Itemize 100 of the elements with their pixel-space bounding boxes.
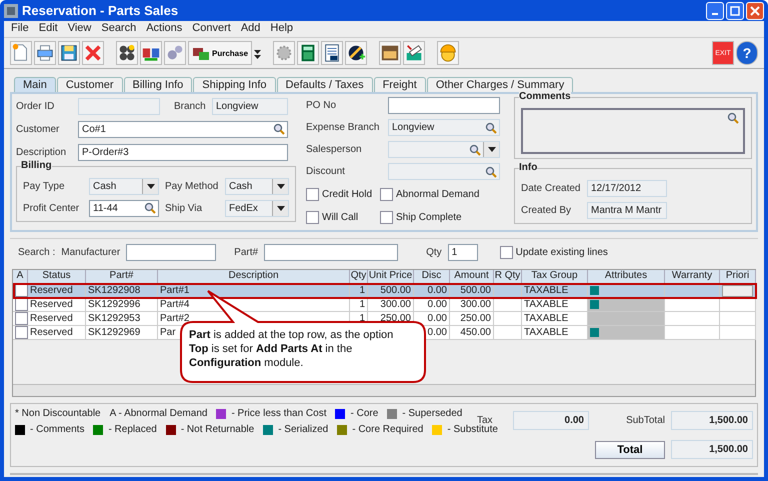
column-header[interactable]: Status [28, 270, 86, 284]
transfer-button[interactable] [140, 41, 162, 65]
table-cell: SK1292969 [86, 326, 158, 340]
table-cell: TAXABLE [522, 326, 588, 340]
table-cell: TAXABLE [522, 312, 588, 326]
menu-item[interactable]: View [62, 21, 96, 37]
document-button[interactable] [10, 41, 32, 65]
tab[interactable]: Main [14, 77, 56, 92]
legend-note: A - Abnormal Demand [110, 408, 208, 419]
po-no-field[interactable] [388, 97, 500, 114]
legend-label: - Comments [30, 424, 84, 435]
column-header[interactable]: A [13, 270, 28, 284]
table-cell [720, 298, 756, 312]
printer-button[interactable] [34, 41, 56, 65]
expense-branch-field[interactable]: Longview [388, 119, 500, 136]
column-header[interactable]: Description [158, 270, 350, 284]
description-field[interactable]: P-Order#3 [78, 144, 288, 160]
menu-item[interactable]: Add [236, 21, 266, 37]
menu-item[interactable]: Help [265, 21, 298, 37]
column-header[interactable]: Part# [86, 270, 158, 284]
horizontal-scrollbar[interactable] [13, 384, 755, 396]
checkbox[interactable]: Abnormal Demand [380, 188, 480, 201]
minimize-button[interactable] [706, 2, 724, 20]
priority-field[interactable] [722, 284, 753, 296]
total-button[interactable]: Total [595, 440, 665, 458]
legend-label: - Price less than Cost [231, 408, 326, 419]
save-button[interactable] [58, 41, 80, 65]
order-id-field[interactable] [78, 98, 160, 114]
menu-item[interactable]: File [6, 21, 34, 37]
field-label: Expense Branch [306, 122, 380, 133]
checkbox[interactable]: Update existing lines [500, 246, 608, 258]
list-button[interactable] [321, 41, 344, 65]
column-header[interactable]: Attributes [588, 270, 665, 284]
table-cell: SK1292996 [86, 298, 158, 312]
spheres-icon [117, 43, 137, 63]
search-label: Search : [18, 246, 56, 258]
package-button[interactable] [379, 41, 402, 65]
box-check-button[interactable] [403, 41, 426, 65]
search-icon[interactable] [485, 122, 497, 134]
tab[interactable]: Billing Info [124, 77, 192, 92]
created-by-field[interactable]: Mantra M Mantr [587, 202, 667, 218]
tab[interactable]: Defaults / Taxes [276, 77, 373, 92]
qty-field[interactable]: 1 [448, 244, 478, 260]
menu-item[interactable]: Actions [141, 21, 188, 37]
tab[interactable]: Other Charges / Summary [426, 77, 574, 92]
branch-field[interactable]: Longview [212, 98, 288, 114]
legend-label: - Serialized [278, 424, 328, 435]
tab[interactable]: Customer [56, 77, 123, 92]
menu-item[interactable]: Edit [34, 21, 63, 37]
app-icon [4, 4, 18, 18]
table-cell: 0.00 [414, 298, 450, 312]
table-cell [665, 312, 720, 326]
legend-label: - Substitute [447, 424, 498, 435]
column-header[interactable]: Priori [720, 270, 756, 284]
search-icon[interactable] [485, 166, 497, 178]
group-title: Comments [519, 91, 571, 102]
purchase-button[interactable]: Purchase [188, 41, 252, 65]
salesperson-field[interactable] [388, 141, 500, 158]
tab[interactable]: Freight [374, 77, 426, 92]
table-cell: Reserved [28, 312, 86, 326]
discount-field[interactable] [388, 163, 500, 180]
part-search-field[interactable] [264, 244, 398, 260]
hard-hat-button[interactable] [437, 41, 460, 65]
field-label: PO No [306, 100, 338, 111]
profit-center-field[interactable]: 11-44 [89, 200, 159, 216]
field-label: Salesperson [306, 144, 363, 155]
legend-label: - Core [350, 408, 378, 419]
column-header[interactable]: Amount [450, 270, 494, 284]
pay-type-select[interactable]: Cash [89, 178, 159, 194]
search-icon[interactable] [144, 202, 156, 214]
column-header[interactable]: Tax Group [522, 270, 588, 284]
help-button[interactable]: ? [736, 41, 758, 65]
comments-field[interactable] [521, 108, 745, 154]
tab[interactable]: Shipping Info [193, 77, 276, 92]
column-header[interactable]: Warranty [665, 270, 720, 284]
delete-button[interactable] [82, 41, 104, 65]
customer-field[interactable]: Co#1 [78, 120, 288, 138]
search-icon[interactable] [273, 123, 285, 135]
column-header[interactable]: Qty [350, 270, 368, 284]
search-icon[interactable] [727, 112, 739, 124]
menu-item[interactable]: Convert [187, 21, 236, 37]
search-icon[interactable] [469, 144, 481, 156]
checkbox[interactable]: Will Call [306, 211, 368, 224]
menu-item[interactable]: Search [96, 21, 142, 37]
table-cell: 250.00 [450, 312, 494, 326]
spheres-button[interactable] [116, 41, 138, 65]
date-created-field[interactable]: 12/17/2012 [587, 180, 667, 196]
column-header[interactable]: Unit Price [368, 270, 414, 284]
checkbox[interactable]: Ship Complete [380, 211, 462, 224]
pay-method-select[interactable]: Cash [225, 178, 289, 194]
maximize-button[interactable] [726, 2, 744, 20]
table-cell: Reserved [28, 298, 86, 312]
ship-via-select[interactable]: FedEx [225, 200, 289, 216]
column-header[interactable]: R Qty [494, 270, 522, 284]
manufacturer-field[interactable] [126, 244, 216, 260]
close-button[interactable] [746, 2, 764, 20]
tools-button[interactable] [345, 41, 368, 65]
total-field: 1,500.00 [671, 440, 753, 459]
calculator-button[interactable] [297, 41, 320, 65]
column-header[interactable]: Disc [414, 270, 450, 284]
